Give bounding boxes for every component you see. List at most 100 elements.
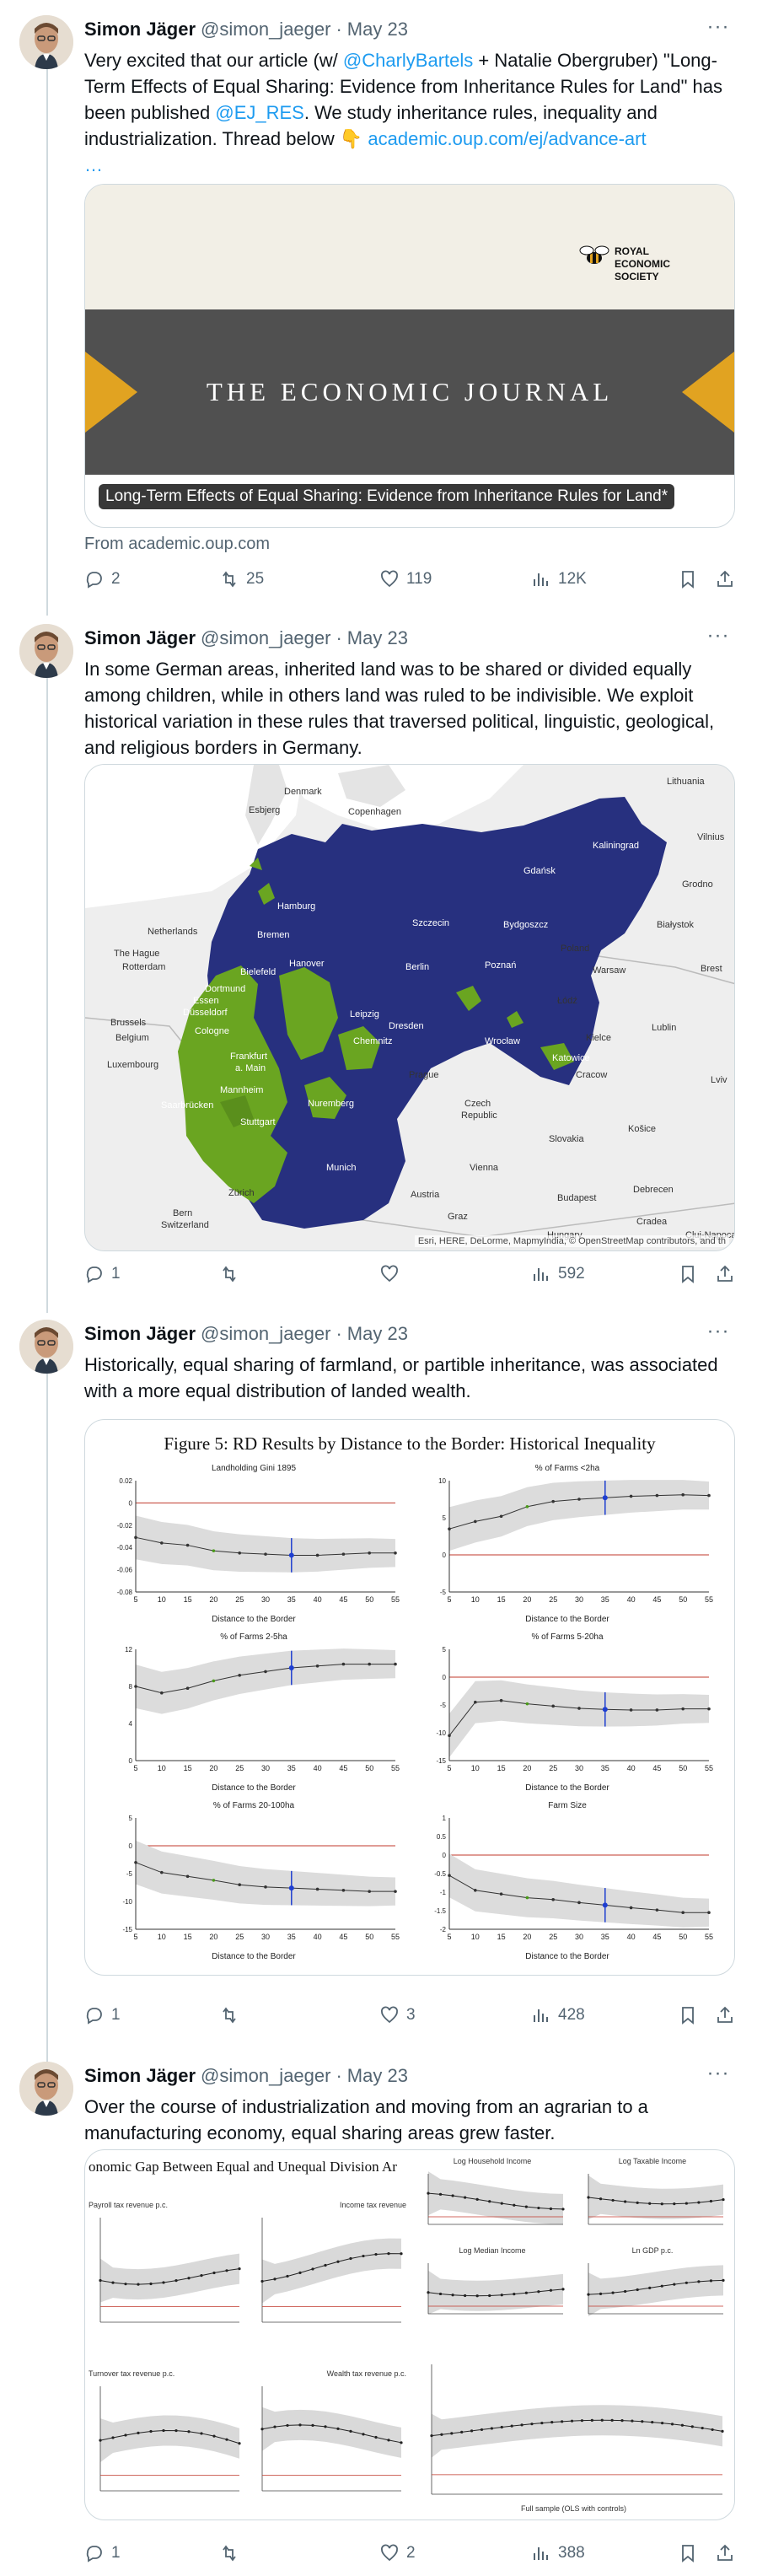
card-source[interactable]: From academic.oup.com <box>84 535 270 554</box>
avatar[interactable] <box>19 1320 73 1374</box>
reply-button[interactable]: 1 <box>84 1264 121 1284</box>
collage-bottom-right-image[interactable]: Full sample (OLS with controls) <box>411 2336 734 2520</box>
data-point <box>620 2419 624 2423</box>
confidence-band <box>100 2415 239 2463</box>
data-point <box>549 2207 553 2211</box>
avatar[interactable] <box>19 2062 73 2116</box>
tweet-date[interactable]: May 23 <box>347 624 408 653</box>
x-tick-label: 15 <box>184 1933 192 1941</box>
tweet[interactable]: Simon Jäger @simon_jaeger · May 23 ··· O… <box>0 2062 757 2568</box>
mini-plot <box>427 2171 565 2225</box>
bookmark-button[interactable] <box>678 2005 698 2025</box>
collage-left-image[interactable]: onomic Gap Between Equal and Unequal Div… <box>85 2150 410 2520</box>
author-name[interactable]: Simon Jäger <box>84 1320 196 1348</box>
tweet-date[interactable]: May 23 <box>347 1320 408 1348</box>
data-point <box>134 1861 137 1864</box>
x-tick-label: 10 <box>471 1764 480 1772</box>
like-button[interactable]: 2 <box>379 2543 416 2563</box>
panel-title: % of Farms 2-5ha <box>220 1632 287 1642</box>
bookmark-button[interactable] <box>678 569 698 589</box>
share-button[interactable] <box>715 2005 735 2025</box>
data-point <box>475 2294 479 2298</box>
data-point <box>474 1519 477 1524</box>
author-handle[interactable]: @simon_jaeger <box>201 1320 330 1348</box>
y-tick-label: -1 <box>440 1889 447 1896</box>
retweet-button[interactable] <box>219 2005 246 2025</box>
map-image[interactable]: Denmark Copenhagen Lithuania Vilnius Esb… <box>84 764 735 1251</box>
y-tick-label: -1.5 <box>434 1907 446 1915</box>
data-point <box>448 1527 451 1530</box>
tweet[interactable]: Simon Jäger @simon_jaeger · May 23 ··· V… <box>0 15 757 597</box>
author-handle[interactable]: @simon_jaeger <box>201 2062 330 2090</box>
bookmark-icon <box>682 1266 694 1283</box>
author-handle[interactable]: @simon_jaeger <box>201 624 330 653</box>
tweet[interactable]: Simon Jäger @simon_jaeger · May 23 ··· H… <box>0 1320 757 2032</box>
mini-plot <box>99 2218 241 2323</box>
author-name[interactable]: Simon Jäger <box>84 15 196 44</box>
author-name[interactable]: Simon Jäger <box>84 624 196 653</box>
data-point <box>577 1901 581 1905</box>
link-card[interactable]: ROYAL ECONOMIC SOCIETY THE ECONOMIC JOUR… <box>84 184 735 528</box>
like-button[interactable]: 119 <box>379 569 432 589</box>
y-tick-label: 12 <box>125 1646 132 1654</box>
mention-link[interactable]: @CharlyBartels <box>343 50 473 71</box>
card-caption[interactable]: Long-Term Effects of Equal Sharing: Evid… <box>99 484 675 509</box>
author-name[interactable]: Simon Jäger <box>84 2062 196 2090</box>
collage-top-right-image[interactable]: Log Household Income Log Taxable Income … <box>411 2150 734 2334</box>
map-label: Belgium <box>115 1033 149 1043</box>
data-point <box>551 1499 555 1503</box>
reply-button[interactable]: 2 <box>84 569 121 589</box>
share-button[interactable] <box>715 569 735 589</box>
x-tick-label: 40 <box>627 1764 636 1772</box>
avatar[interactable] <box>19 15 73 69</box>
share-button[interactable] <box>715 2543 735 2563</box>
action-bar: 1 3 428 <box>84 2001 735 2030</box>
data-point <box>499 1514 503 1519</box>
data-point <box>577 1707 581 1710</box>
mention-link[interactable]: @EJ_RES <box>215 102 303 123</box>
view-count: 388 <box>558 2544 585 2562</box>
data-point <box>697 2280 701 2283</box>
x-tick-label: 10 <box>158 1764 166 1772</box>
data-point <box>187 2430 191 2433</box>
more-options-icon[interactable]: ··· <box>701 1320 735 1348</box>
data-point <box>400 2441 403 2444</box>
data-point <box>570 2419 574 2423</box>
figure-image[interactable]: Figure 5: RD Results by Distance to the … <box>84 1419 735 1976</box>
image-collage[interactable]: onomic Gap Between Equal and Unequal Div… <box>84 2149 735 2520</box>
data-point <box>641 2420 644 2423</box>
data-point <box>660 2202 663 2206</box>
article-url-link[interactable]: academic.oup.com/ej/advance-art <box>368 128 646 149</box>
url-ellipsis[interactable]: … <box>84 154 103 175</box>
data-point <box>655 1708 659 1712</box>
retweet-button[interactable]: 25 <box>219 569 264 589</box>
y-tick-label: -15 <box>436 1757 446 1765</box>
reply-button[interactable]: 1 <box>84 2005 121 2025</box>
author-handle[interactable]: @simon_jaeger <box>201 15 330 44</box>
bookmark-button[interactable] <box>678 1264 698 1284</box>
x-tick-label: 20 <box>523 1595 531 1604</box>
data-point <box>427 2291 430 2294</box>
tweet-date[interactable]: May 23 <box>347 2062 408 2090</box>
more-options-icon[interactable]: ··· <box>701 15 735 44</box>
views-button[interactable]: 388 <box>531 2543 585 2563</box>
tweet[interactable]: Simon Jäger @simon_jaeger · May 23 ··· I… <box>0 624 757 1290</box>
more-options-icon[interactable]: ··· <box>701 2062 735 2090</box>
bookmark-button[interactable] <box>678 2543 698 2563</box>
data-point <box>551 1704 555 1708</box>
retweet-button[interactable] <box>219 2543 246 2563</box>
avatar[interactable] <box>19 624 73 678</box>
views-button[interactable]: 428 <box>531 2005 585 2025</box>
share-button[interactable] <box>715 1264 735 1284</box>
data-point <box>631 2419 634 2423</box>
retweet-button[interactable] <box>219 1264 246 1284</box>
reply-button[interactable]: 1 <box>84 2543 121 2563</box>
like-button[interactable]: 3 <box>379 2005 416 2025</box>
more-options-icon[interactable]: ··· <box>701 624 735 653</box>
views-button[interactable]: 12K <box>531 569 587 589</box>
tweet-date[interactable]: May 23 <box>347 15 408 44</box>
data-point <box>520 2423 523 2427</box>
y-tick-label: 0 <box>129 1842 133 1850</box>
like-button[interactable] <box>379 1264 406 1284</box>
views-button[interactable]: 592 <box>531 1264 585 1284</box>
